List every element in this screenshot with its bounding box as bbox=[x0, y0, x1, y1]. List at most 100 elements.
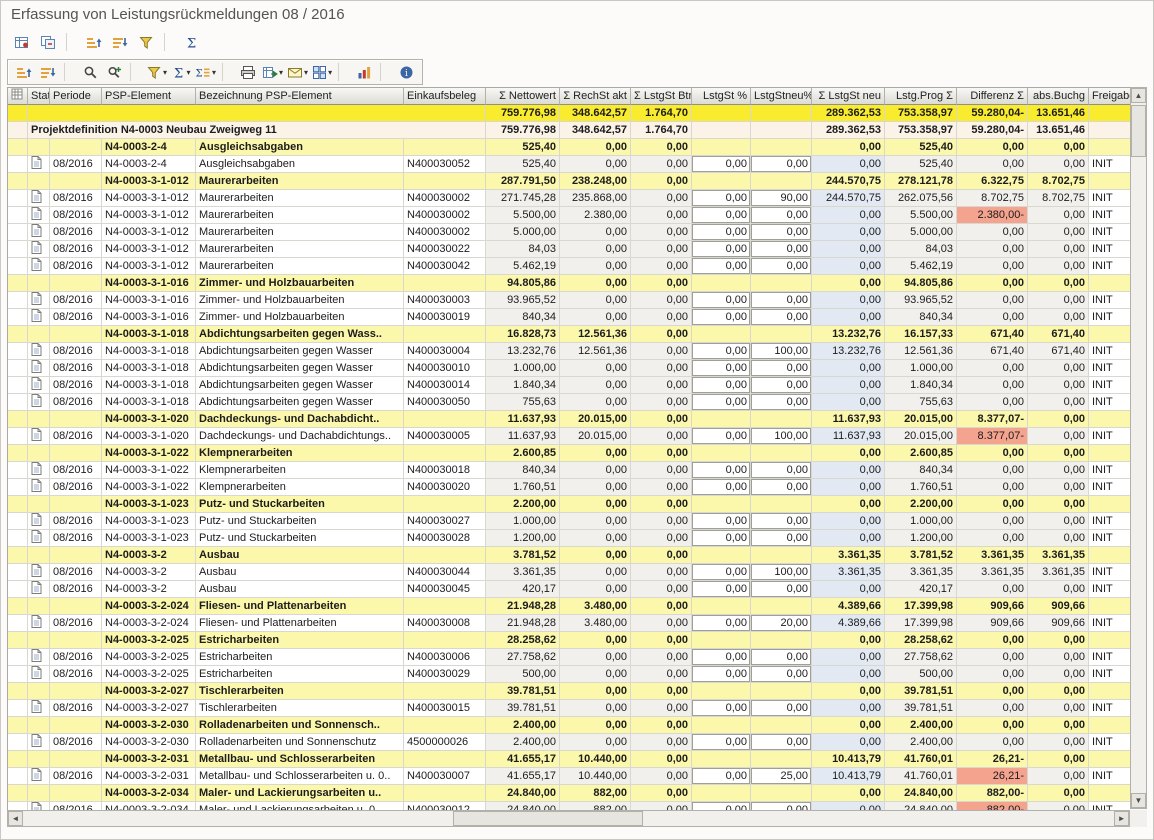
pct-cell[interactable]: 0,00 bbox=[692, 207, 751, 224]
freigabe-cell[interactable]: INIT bbox=[1089, 156, 1130, 173]
pctn-cell[interactable]: 0,00 bbox=[751, 309, 812, 326]
row-select-cell[interactable] bbox=[8, 785, 28, 802]
pct-cell[interactable]: 0,00 bbox=[692, 241, 751, 258]
row-select-cell[interactable] bbox=[8, 105, 28, 122]
sort-desc-button[interactable] bbox=[37, 62, 59, 82]
document-status-icon[interactable] bbox=[28, 564, 50, 581]
pctn-cell[interactable]: 0,00 bbox=[751, 156, 812, 173]
freigabe-cell[interactable]: INIT bbox=[1089, 734, 1130, 751]
row-select-cell[interactable] bbox=[8, 547, 28, 564]
vertical-scroll-thumb[interactable] bbox=[1131, 105, 1146, 157]
dropdown-caret-icon[interactable]: ▾ bbox=[187, 68, 191, 77]
freigabe-cell[interactable]: INIT bbox=[1089, 428, 1130, 445]
pct-cell[interactable]: 0,00 bbox=[692, 564, 751, 581]
pctn-cell[interactable]: 0,00 bbox=[751, 207, 812, 224]
sum-button[interactable]: Σ bbox=[181, 32, 203, 52]
row-select-cell[interactable] bbox=[8, 598, 28, 615]
scroll-right-button[interactable]: ► bbox=[1114, 811, 1129, 826]
document-status-icon[interactable] bbox=[28, 615, 50, 632]
document-status-icon[interactable] bbox=[28, 258, 50, 275]
column-header-psp[interactable]: PSP-Element bbox=[102, 88, 196, 105]
row-select-cell[interactable] bbox=[8, 666, 28, 683]
pct-cell[interactable]: 0,00 bbox=[692, 513, 751, 530]
row-select-cell[interactable] bbox=[8, 241, 28, 258]
row-select-cell[interactable] bbox=[8, 768, 28, 785]
pct-cell[interactable]: 0,00 bbox=[692, 530, 751, 547]
row-select-cell[interactable] bbox=[8, 734, 28, 751]
row-select-cell[interactable] bbox=[8, 615, 28, 632]
document-status-icon[interactable] bbox=[28, 581, 50, 598]
freigabe-cell[interactable]: INIT bbox=[1089, 564, 1130, 581]
document-status-icon[interactable] bbox=[28, 513, 50, 530]
row-select-cell[interactable] bbox=[8, 802, 28, 810]
horizontal-scroll-thumb[interactable] bbox=[453, 811, 643, 826]
freigabe-cell[interactable]: INIT bbox=[1089, 394, 1130, 411]
pct-cell[interactable]: 0,00 bbox=[692, 649, 751, 666]
dropdown-caret-icon[interactable]: ▾ bbox=[279, 68, 283, 77]
filter-button[interactable] bbox=[135, 32, 157, 52]
document-status-icon[interactable] bbox=[28, 241, 50, 258]
pct-cell[interactable]: 0,00 bbox=[692, 190, 751, 207]
document-status-icon[interactable] bbox=[28, 530, 50, 547]
freigabe-cell[interactable]: INIT bbox=[1089, 224, 1130, 241]
freigabe-cell[interactable]: INIT bbox=[1089, 700, 1130, 717]
column-header-bez[interactable]: Bezeichnung PSP-Element bbox=[196, 88, 404, 105]
sort-asc-button[interactable] bbox=[13, 62, 35, 82]
row-select-cell[interactable] bbox=[8, 428, 28, 445]
pctn-cell[interactable]: 0,00 bbox=[751, 581, 812, 598]
row-select-cell[interactable] bbox=[8, 275, 28, 292]
document-status-icon[interactable] bbox=[28, 734, 50, 751]
column-header-pct[interactable]: LstgSt % bbox=[692, 88, 751, 105]
pct-cell[interactable]: 0,00 bbox=[692, 156, 751, 173]
document-status-icon[interactable] bbox=[28, 428, 50, 445]
column-header-prog[interactable]: Lstg.Prog Σ bbox=[885, 88, 957, 105]
document-status-icon[interactable] bbox=[28, 292, 50, 309]
pct-cell[interactable]: 0,00 bbox=[692, 292, 751, 309]
send-button[interactable]: ▾ bbox=[286, 62, 309, 82]
row-select-cell[interactable] bbox=[8, 462, 28, 479]
pctn-cell[interactable]: 0,00 bbox=[751, 292, 812, 309]
row-select-cell[interactable] bbox=[8, 190, 28, 207]
copy-entries-button[interactable] bbox=[37, 32, 59, 52]
freigabe-cell[interactable]: INIT bbox=[1089, 309, 1130, 326]
row-select-cell[interactable] bbox=[8, 649, 28, 666]
row-select-cell[interactable] bbox=[8, 700, 28, 717]
freigabe-cell[interactable]: INIT bbox=[1089, 258, 1130, 275]
pctn-cell[interactable]: 90,00 bbox=[751, 190, 812, 207]
pct-cell[interactable]: 0,00 bbox=[692, 309, 751, 326]
freigabe-cell[interactable]: INIT bbox=[1089, 666, 1130, 683]
document-status-icon[interactable] bbox=[28, 360, 50, 377]
freigabe-cell[interactable]: INIT bbox=[1089, 768, 1130, 785]
pctn-cell[interactable]: 0,00 bbox=[751, 224, 812, 241]
column-header-pctn[interactable]: LstgStneu% bbox=[751, 88, 812, 105]
row-select-cell[interactable] bbox=[8, 683, 28, 700]
pct-cell[interactable]: 0,00 bbox=[692, 377, 751, 394]
document-status-icon[interactable] bbox=[28, 190, 50, 207]
column-header-abs[interactable]: abs.Buchg bbox=[1028, 88, 1089, 105]
scroll-down-button[interactable]: ▼ bbox=[1131, 793, 1146, 808]
pctn-cell[interactable]: 0,00 bbox=[751, 513, 812, 530]
scroll-left-button[interactable]: ◄ bbox=[8, 811, 23, 826]
pct-cell[interactable]: 0,00 bbox=[692, 224, 751, 241]
column-header-btr[interactable]: Σ LstgSt Btr bbox=[631, 88, 692, 105]
row-select-cell[interactable] bbox=[8, 309, 28, 326]
column-header-neu[interactable]: Σ LstgSt neu bbox=[812, 88, 885, 105]
document-status-icon[interactable] bbox=[28, 768, 50, 785]
freigabe-cell[interactable]: INIT bbox=[1089, 802, 1130, 810]
sum-button[interactable]: Σ▾ bbox=[170, 62, 192, 82]
pct-cell[interactable]: 0,00 bbox=[692, 258, 751, 275]
pctn-cell[interactable]: 0,00 bbox=[751, 802, 812, 810]
find-button[interactable] bbox=[79, 62, 101, 82]
row-select-cell[interactable] bbox=[8, 207, 28, 224]
column-header-stat[interactable]: Stat bbox=[28, 88, 50, 105]
row-select-cell[interactable] bbox=[8, 751, 28, 768]
pct-cell[interactable]: 0,00 bbox=[692, 462, 751, 479]
freigabe-cell[interactable]: INIT bbox=[1089, 462, 1130, 479]
pctn-cell[interactable]: 0,00 bbox=[751, 394, 812, 411]
freigabe-cell[interactable]: INIT bbox=[1089, 479, 1130, 496]
pct-cell[interactable]: 0,00 bbox=[692, 428, 751, 445]
pctn-cell[interactable]: 0,00 bbox=[751, 700, 812, 717]
pctn-cell[interactable]: 25,00 bbox=[751, 768, 812, 785]
horizontal-scrollbar[interactable]: ◄ ► bbox=[7, 810, 1130, 827]
row-select-cell[interactable] bbox=[8, 445, 28, 462]
